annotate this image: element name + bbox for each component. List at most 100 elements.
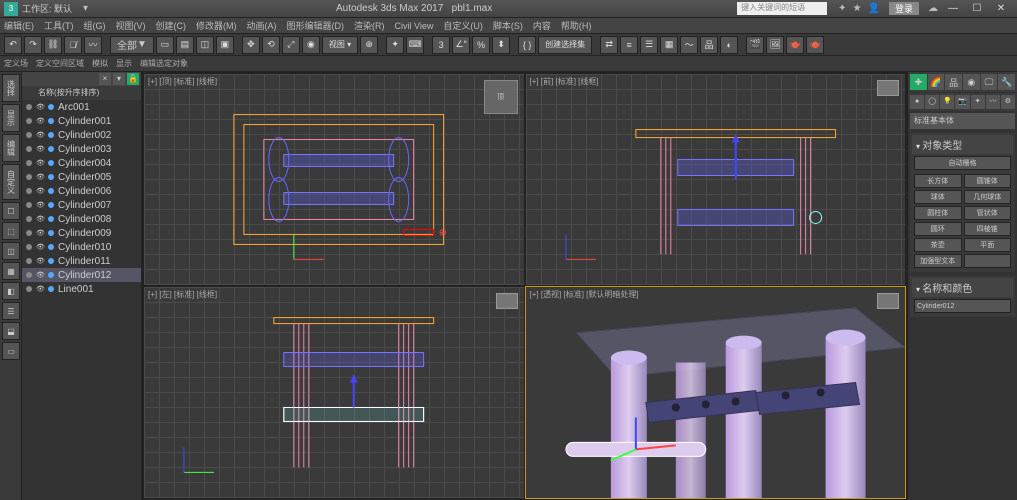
create-primitive-button[interactable]: 几何球体	[964, 190, 1012, 204]
create-primitive-button[interactable]: 加强型文本	[914, 254, 962, 268]
scene-item[interactable]: 👁Cylinder011	[22, 254, 141, 268]
named-selection-dropdown[interactable]: 创建选择集	[538, 36, 592, 54]
render-production-button[interactable]: 🫖	[786, 36, 804, 54]
cp-create-tab[interactable]: ✚	[910, 74, 927, 90]
edit-named-selection-button[interactable]: { }	[518, 36, 536, 54]
sub-define-area[interactable]: 定义空间区域	[36, 58, 84, 69]
manipulate-button[interactable]: ✦	[386, 36, 404, 54]
scene-item[interactable]: 👁Cylinder012	[22, 268, 141, 282]
curve-editor-button[interactable]: 〜	[680, 36, 698, 54]
angle-snap-button[interactable]: ∠°	[452, 36, 470, 54]
schematic-view-button[interactable]: 品	[700, 36, 718, 54]
redo-button[interactable]: ↷	[24, 36, 42, 54]
render-iterate-button[interactable]: 🫖	[806, 36, 824, 54]
snap-button[interactable]: 3	[432, 36, 450, 54]
select-place-button[interactable]: ◉	[302, 36, 320, 54]
vp-persp-label[interactable]: [+] [透视] [标准] [默认明暗处理]	[530, 289, 639, 300]
menu-scripting[interactable]: 脚本(S)	[493, 19, 523, 32]
user-icon[interactable]: 👤	[868, 3, 880, 14]
menu-edit[interactable]: 编辑(E)	[4, 19, 34, 32]
visibility-dot-icon[interactable]	[26, 286, 32, 292]
unlink-button[interactable]: ⛓̸	[64, 36, 82, 54]
cp-category-dropdown[interactable]: 标准基本体	[910, 113, 1015, 129]
select-region-button[interactable]: ◫	[196, 36, 214, 54]
undo-button[interactable]: ↶	[4, 36, 22, 54]
cp-hierarchy-tab[interactable]: 品	[945, 74, 962, 90]
scene-item[interactable]: 👁Cylinder007	[22, 198, 141, 212]
star-icon[interactable]: ★	[853, 3, 862, 14]
menu-views[interactable]: 视图(V)	[116, 19, 146, 32]
freeze-icon[interactable]: 👁	[36, 229, 46, 237]
create-primitive-button[interactable]: 圆锥体	[964, 174, 1012, 188]
link-button[interactable]: ⛓	[44, 36, 62, 54]
visibility-dot-icon[interactable]	[26, 230, 32, 236]
menu-animation[interactable]: 动画(A)	[247, 19, 277, 32]
window-crossing-button[interactable]: ▣	[216, 36, 234, 54]
visibility-dot-icon[interactable]	[26, 118, 32, 124]
spinner-snap-button[interactable]: ⬍	[492, 36, 510, 54]
exchange-icon[interactable]: ☁	[928, 3, 938, 14]
vp-left-label[interactable]: [+] [左] [标准] [线框]	[148, 289, 217, 300]
select-move-button[interactable]: ✥	[242, 36, 260, 54]
infocenter-icon[interactable]: ✦	[838, 3, 846, 14]
bind-space-warp-button[interactable]: 〰	[84, 36, 102, 54]
pivot-center-button[interactable]: ⊕	[360, 36, 378, 54]
cp-utilities-tab[interactable]: 🔧	[998, 74, 1015, 90]
create-primitive-button[interactable]: 球体	[914, 190, 962, 204]
scene-item[interactable]: 👁Cylinder001	[22, 114, 141, 128]
ref-coord-dropdown[interactable]: 视图 ▾	[322, 36, 358, 54]
se-filter-icon[interactable]: ▾	[113, 73, 125, 85]
sub-edit-selected[interactable]: 编辑选定对象	[140, 58, 188, 69]
material-editor-button[interactable]: ◐	[720, 36, 738, 54]
visibility-dot-icon[interactable]	[26, 202, 32, 208]
freeze-icon[interactable]: 👁	[36, 173, 46, 181]
vtool-5[interactable]: ◧	[2, 282, 20, 300]
viewport-top[interactable]: [+] [顶] [标准] [线框] 顶 ⊕	[144, 74, 524, 285]
create-primitive-button[interactable]: 圆柱体	[914, 206, 962, 220]
select-rotate-button[interactable]: ⟲	[262, 36, 280, 54]
rtab-select[interactable]: 选择	[2, 74, 20, 102]
sub-define-flow[interactable]: 定义场	[4, 58, 28, 69]
align-button[interactable]: ≡	[620, 36, 638, 54]
scene-item[interactable]: 👁Cylinder008	[22, 212, 141, 226]
freeze-icon[interactable]: 👁	[36, 243, 46, 251]
select-scale-button[interactable]: ⤢	[282, 36, 300, 54]
visibility-dot-icon[interactable]	[26, 104, 32, 110]
cp-object-type-header[interactable]: ▾ 对象类型	[912, 135, 1013, 154]
scene-item[interactable]: 👁Cylinder003	[22, 142, 141, 156]
menu-tools[interactable]: 工具(T)	[44, 19, 74, 32]
vtool-6[interactable]: ☰	[2, 302, 20, 320]
scene-item[interactable]: 👁Cylinder004	[22, 156, 141, 170]
cp-shapes-icon[interactable]: ◯	[925, 95, 939, 109]
keyboard-shortcut-button[interactable]: ⌨	[406, 36, 424, 54]
visibility-dot-icon[interactable]	[26, 146, 32, 152]
create-primitive-button[interactable]: 四棱锥	[964, 222, 1012, 236]
se-sort-header[interactable]: 名称(按升序排序)	[22, 86, 141, 100]
minimize-button[interactable]: —	[941, 3, 965, 14]
cp-helpers-icon[interactable]: ✦	[971, 95, 985, 109]
selection-filter-dropdown[interactable]: 全部 ▼	[110, 36, 154, 54]
viewport-left[interactable]: [+] [左] [标准] [线框]	[144, 287, 524, 498]
vp-front-label[interactable]: [+] [前] [标准] [线框]	[530, 76, 599, 87]
freeze-icon[interactable]: 👁	[36, 131, 46, 139]
visibility-dot-icon[interactable]	[26, 174, 32, 180]
cp-motion-tab[interactable]: ◉	[963, 74, 980, 90]
create-primitive-button[interactable]: 茶壶	[914, 238, 962, 252]
close-button[interactable]: ✕	[989, 3, 1013, 14]
maximize-button[interactable]: ☐	[965, 3, 989, 14]
visibility-dot-icon[interactable]	[26, 244, 32, 250]
scene-item[interactable]: 👁Cylinder006	[22, 184, 141, 198]
create-primitive-button[interactable]: 管状体	[964, 206, 1012, 220]
create-primitive-button[interactable]: 平面	[964, 238, 1012, 252]
se-object-list[interactable]: 👁Arc001👁Cylinder001👁Cylinder002👁Cylinder…	[22, 100, 141, 500]
scene-item[interactable]: 👁Cylinder002	[22, 128, 141, 142]
freeze-icon[interactable]: 👁	[36, 215, 46, 223]
cp-autogrid-checkbox[interactable]: 自动栅格	[914, 156, 1011, 170]
create-primitive-button[interactable]: 圆环	[914, 222, 962, 236]
visibility-dot-icon[interactable]	[26, 188, 32, 194]
vtool-4[interactable]: ▦	[2, 262, 20, 280]
menu-content[interactable]: 内容	[533, 19, 551, 32]
vtool-8[interactable]: ▭	[2, 342, 20, 360]
menu-create[interactable]: 创建(C)	[156, 19, 187, 32]
freeze-icon[interactable]: 👁	[36, 103, 46, 111]
